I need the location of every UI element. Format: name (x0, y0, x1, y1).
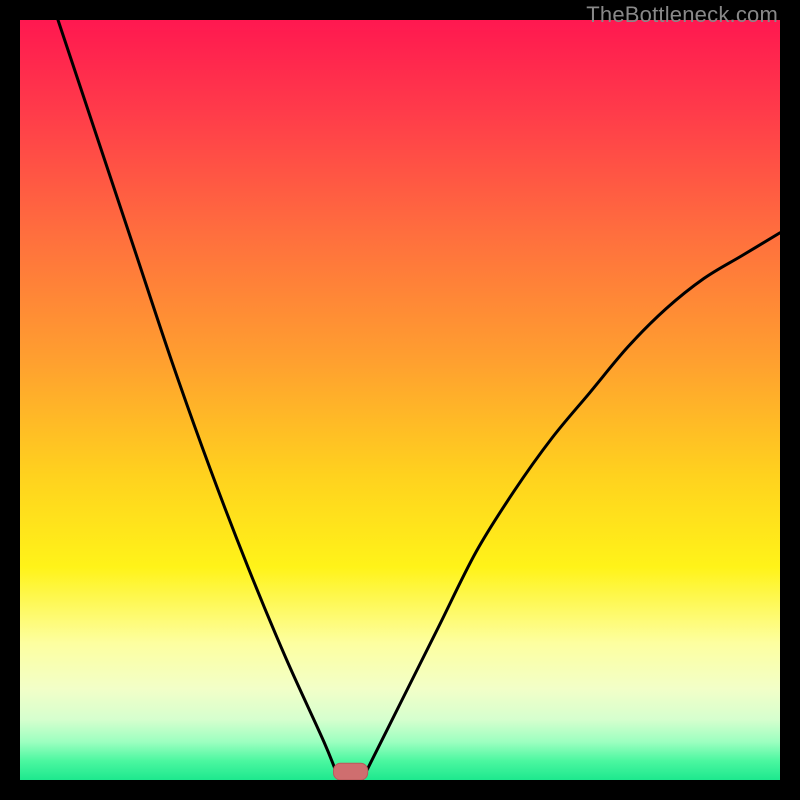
minimum-marker (334, 763, 368, 780)
gradient-background (20, 20, 780, 780)
plot-frame (20, 20, 780, 780)
watermark-label: TheBottleneck.com (586, 2, 778, 28)
bottleneck-plot (20, 20, 780, 780)
